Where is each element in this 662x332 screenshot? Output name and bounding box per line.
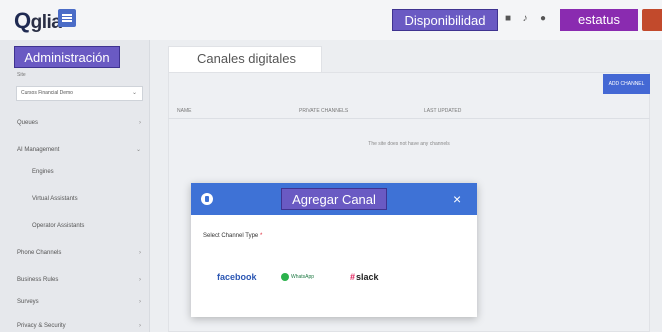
slack-logo-text: slack	[356, 272, 379, 282]
sidebar-item-queues[interactable]: Queues ›	[0, 113, 150, 133]
slack-channel-option[interactable]: #slack	[350, 271, 379, 283]
status-button[interactable]: estatus	[560, 9, 638, 31]
sidebar-item-engines[interactable]: Engines	[0, 162, 150, 182]
sidebar-item-label: Engines	[32, 169, 54, 175]
sidebar-item-business-rules[interactable]: Business Rules ›	[0, 270, 150, 290]
required-marker: *	[259, 233, 263, 239]
availability-button[interactable]: Disponibilidad	[392, 9, 498, 31]
channel-type-label-text: Select Channel Type	[203, 233, 259, 239]
logo-text: glia	[30, 12, 62, 33]
sidebar-item-label: Surveys	[17, 299, 39, 305]
sidebar: Administración Site Cursos Financial Dem…	[0, 40, 150, 332]
chevron-right-icon: ›	[139, 277, 141, 283]
video-icon[interactable]: ■	[503, 14, 513, 24]
whatsapp-channel-option[interactable]: WhatsApp	[281, 271, 314, 283]
sidebar-item-surveys[interactable]: Surveys ›	[0, 292, 150, 312]
avatar[interactable]	[642, 9, 662, 31]
tab-digital-channels[interactable]: Canales digitales	[168, 46, 322, 72]
settings-icon[interactable]: ●	[538, 14, 548, 24]
add-channel-modal: Agregar Canal × Select Channel Type * fa…	[191, 183, 477, 317]
site-label: Site	[17, 72, 26, 78]
site-select[interactable]: Cursos Financial Demo ⌄	[16, 86, 143, 101]
whatsapp-icon	[281, 272, 289, 281]
sidebar-item-label: Operator Assistants	[32, 223, 85, 229]
chevron-down-icon: ⌄	[135, 147, 141, 153]
top-bar: Qglia Disponibilidad ■ ♪ ● estatus	[0, 0, 662, 40]
sidebar-item-operator-assistants[interactable]: Operator Assistants	[0, 216, 150, 236]
column-header-name[interactable]: NAME	[177, 108, 191, 114]
whatsapp-logo-text: WhatsApp	[291, 274, 315, 280]
column-header-private-channels[interactable]: PRIVATE CHANNELS	[299, 108, 348, 114]
facebook-channel-option[interactable]: facebook	[217, 271, 257, 283]
chevron-right-icon: ›	[139, 120, 141, 126]
empty-state-message: The site does not have any channels	[368, 141, 450, 147]
modal-title: Agregar Canal	[281, 188, 387, 210]
sidebar-item-label: Business Rules	[17, 277, 59, 283]
sidebar-item-label: Queues	[17, 120, 39, 126]
table-header: NAME PRIVATE CHANNELS LAST UPDATED	[168, 105, 650, 119]
sidebar-item-label: Privacy & Security	[17, 323, 66, 329]
site-select-value: Cursos Financial Demo	[21, 90, 73, 96]
chevron-right-icon: ›	[139, 323, 141, 329]
chevron-down-icon: ⌄	[131, 90, 137, 96]
chevron-right-icon: ›	[139, 299, 141, 305]
sidebar-item-label: Virtual Assistants	[32, 196, 78, 202]
chevron-right-icon: ›	[139, 250, 141, 256]
close-icon[interactable]: ×	[453, 191, 461, 207]
administration-button[interactable]: Administración	[14, 46, 120, 68]
channel-type-label: Select Channel Type *	[203, 233, 262, 239]
logo-initial: Q	[14, 8, 31, 33]
sidebar-item-label: AI Management	[17, 147, 60, 153]
facebook-logo-text: facebook	[217, 272, 257, 282]
add-channel-button[interactable]: ADD CHANNEL	[603, 74, 650, 94]
sidebar-item-virtual-assistants[interactable]: Virtual Assistants	[0, 189, 150, 209]
sidebar-item-label: Phone Channels	[17, 250, 62, 256]
sidebar-item-ai-management[interactable]: AI Management ⌄	[0, 140, 150, 160]
hamburger-menu-icon[interactable]	[58, 9, 76, 27]
slack-icon: #	[350, 272, 356, 282]
sidebar-item-phone-channels[interactable]: Phone Channels ›	[0, 243, 150, 263]
column-header-last-updated[interactable]: LAST UPDATED	[424, 108, 461, 114]
app-logo[interactable]: Qglia	[14, 8, 62, 34]
info-icon	[201, 193, 213, 205]
modal-header: Agregar Canal ×	[191, 183, 477, 215]
sidebar-item-privacy-security[interactable]: Privacy & Security ›	[0, 316, 150, 332]
microphone-icon[interactable]: ♪	[520, 14, 530, 24]
